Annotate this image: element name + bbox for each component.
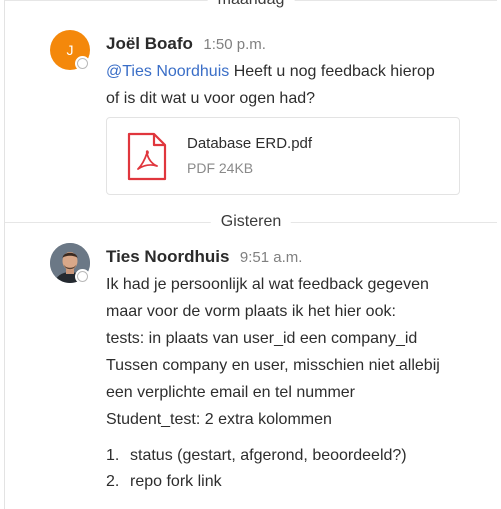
message-timestamp[interactable]: 1:50 p.m.: [203, 36, 266, 53]
attachment-meta: PDF 24KB: [187, 160, 254, 176]
message-header: Ties Noordhuis 9:51 a.m.: [106, 243, 481, 271]
message-body: @Ties Noordhuis Heeft u nog feedback hie…: [106, 58, 481, 112]
message-line: maar voor de vorm plaats ik het hier ook…: [106, 303, 396, 320]
list-item: 2. repo fork link: [106, 469, 481, 495]
message-timestamp[interactable]: 9:51 a.m.: [240, 249, 303, 266]
list-item-number: 2.: [106, 473, 120, 490]
message-author[interactable]: Ties Noordhuis: [106, 247, 229, 266]
pdf-file-icon: [127, 132, 167, 181]
chat-pane: maandag J Joël Boafo 1:50 p.m. @Ties Noo…: [0, 0, 501, 509]
message-text: Heeft u nog feedback hierop: [233, 63, 435, 80]
message-line: Ik had je persoonlijk al wat feedback ge…: [106, 276, 429, 293]
day-separator-label: Gisteren: [210, 210, 292, 234]
message-line: Student_test: 2 extra kolommen: [106, 411, 332, 428]
message-header: Joël Boafo 1:50 p.m.: [106, 30, 481, 58]
user-mention[interactable]: @Ties Noordhuis: [106, 63, 229, 80]
numbered-list: 1. status (gestart, afgerond, beoordeeld?…: [106, 443, 481, 495]
presence-indicator-icon: [77, 58, 88, 69]
message-content: Joël Boafo 1:50 p.m. @Ties Noordhuis Hee…: [106, 30, 481, 195]
file-attachment[interactable]: Database ERD.pdf PDF 24KB: [106, 117, 460, 195]
message-author[interactable]: Joël Boafo: [106, 34, 193, 53]
list-item-text: repo fork link: [130, 473, 222, 490]
presence-indicator-icon: [77, 271, 88, 282]
message-line: Tussen company en user, misschien niet a…: [106, 357, 440, 374]
pane-border: [4, 0, 5, 509]
attachment-filename: Database ERD.pdf: [187, 135, 313, 152]
avatar-initial: J: [66, 42, 74, 58]
list-item: 1. status (gestart, afgerond, beoordeeld?…: [106, 443, 481, 469]
message-body: Ik had je persoonlijk al wat feedback ge…: [106, 271, 481, 495]
message-line: een verplichte email en tel nummer: [106, 384, 356, 401]
message-content: Ties Noordhuis 9:51 a.m. Ik had je perso…: [106, 243, 481, 495]
list-item-number: 1.: [106, 447, 120, 464]
day-separator-gisteren: Gisteren: [5, 210, 497, 234]
day-separator-maandag: maandag: [5, 0, 497, 12]
message-line: @Ties Noordhuis Heeft u nog feedback hie…: [106, 58, 481, 85]
day-separator-label: maandag: [207, 0, 295, 12]
message-line: tests: in plaats van user_id een company…: [106, 330, 418, 347]
message-line: of is dit wat u voor ogen had?: [106, 90, 316, 107]
list-item-text: status (gestart, afgerond, beoordeeld?): [130, 447, 407, 464]
